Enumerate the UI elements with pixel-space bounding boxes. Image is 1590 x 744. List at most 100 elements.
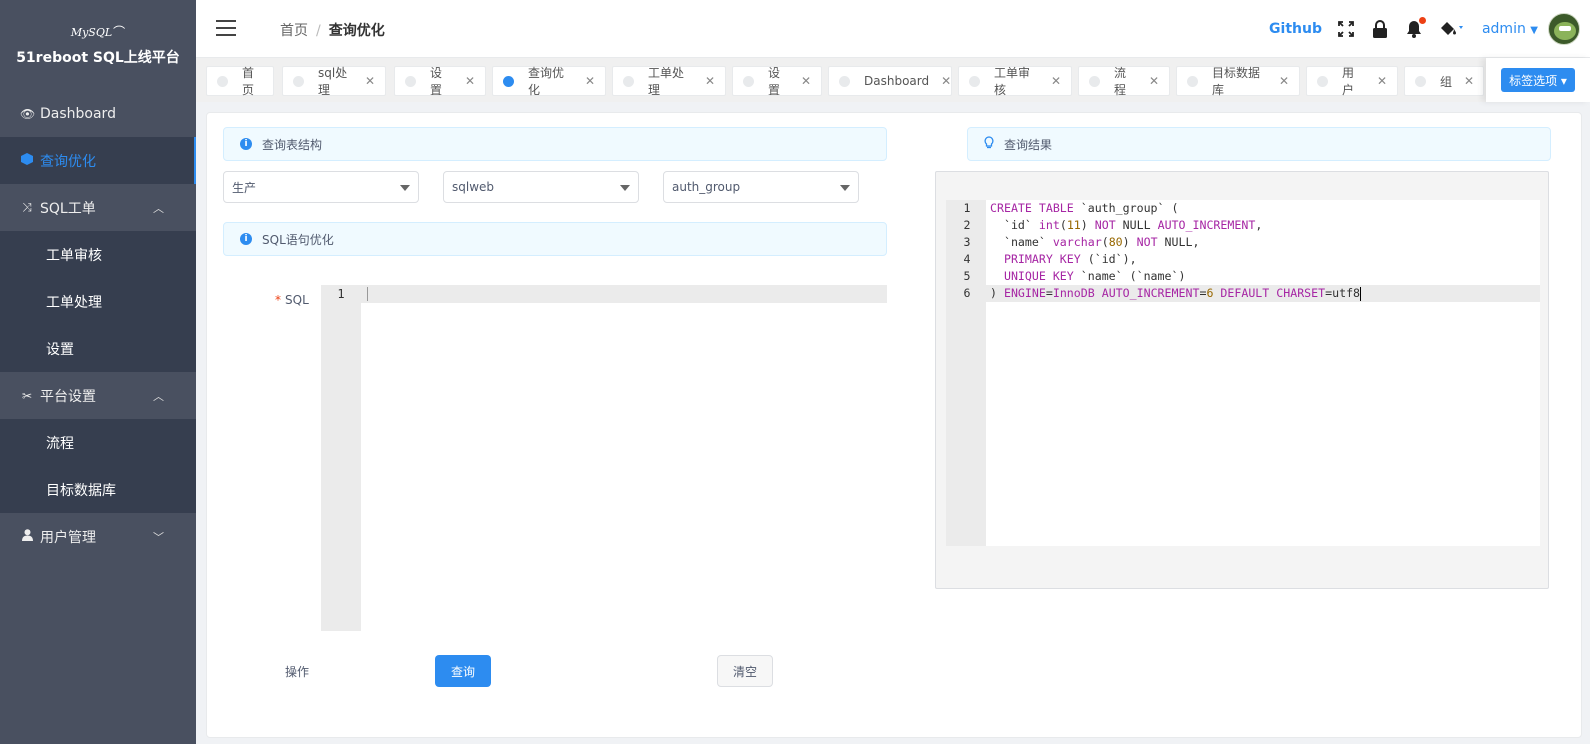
sidebar-item-label: 目标数据库 bbox=[46, 482, 116, 499]
close-icon[interactable]: ✕ bbox=[1051, 74, 1061, 88]
code-line: 6) ENGINE=InnoDB AUTO_INCREMENT=6 DEFAUL… bbox=[946, 285, 1540, 302]
tab-label: 用户 bbox=[1342, 66, 1355, 97]
paint-bucket-icon[interactable] bbox=[1438, 19, 1468, 39]
tab-query-optimize[interactable]: 查询优化 ✕ bbox=[492, 66, 606, 97]
close-icon[interactable]: ✕ bbox=[705, 74, 715, 88]
sql-editor[interactable]: 1 bbox=[321, 285, 887, 631]
query-result-header: 查询结果 bbox=[967, 127, 1551, 161]
tab-options-label: 标签选项 bbox=[1509, 73, 1558, 88]
editor-active-line bbox=[361, 285, 887, 303]
tab-status-dot bbox=[839, 75, 850, 87]
main-content: i 查询表结构 生产 sqlweb auth_group i SQL语句优化 *… bbox=[206, 112, 1582, 738]
tab-options-button[interactable]: 标签选项 ▾ bbox=[1501, 68, 1575, 92]
github-link[interactable]: Github bbox=[1269, 21, 1322, 37]
breadcrumb-current: 查询优化 bbox=[328, 23, 385, 39]
fullscreen-icon[interactable] bbox=[1336, 19, 1356, 39]
close-icon[interactable]: ✕ bbox=[941, 74, 951, 88]
select-value: auth_group bbox=[672, 180, 741, 194]
tab-status-dot bbox=[217, 75, 228, 87]
sidebar-item-label: 设置 bbox=[46, 341, 74, 358]
tab-options: 标签选项 ▾ bbox=[1486, 58, 1590, 102]
close-icon[interactable]: ✕ bbox=[365, 74, 375, 88]
tab-group[interactable]: 组 ✕ bbox=[1404, 66, 1484, 96]
sidebar-item-dashboard[interactable]: 👁 Dashboard bbox=[0, 90, 196, 137]
query-button[interactable]: 查询 bbox=[435, 655, 491, 687]
tab-settings-2[interactable]: 设置 ✕ bbox=[732, 66, 822, 97]
code-line: 4 PRIMARY KEY (`id`), bbox=[963, 252, 1137, 266]
info-icon: i bbox=[240, 233, 252, 245]
tab-flow[interactable]: 流程 ✕ bbox=[1078, 66, 1170, 97]
sidebar-item-target-db[interactable]: 目标数据库 bbox=[0, 466, 196, 513]
caret-down-icon bbox=[400, 185, 410, 191]
result-code-viewer[interactable]: 1 CREATE TABLE `auth_group` ( 2 `id` int(… bbox=[946, 200, 1540, 546]
tab-label: 设置 bbox=[430, 66, 443, 97]
sidebar-item-user-manage[interactable]: 用户管理 ﹀ bbox=[0, 513, 196, 560]
tab-status-dot bbox=[969, 75, 980, 87]
tab-user[interactable]: 用户 ✕ bbox=[1306, 66, 1398, 97]
cube-icon bbox=[20, 153, 34, 168]
text-cursor bbox=[367, 287, 368, 301]
sidebar-item-label: 用户管理 bbox=[40, 529, 96, 546]
sidebar-item-ticket-process[interactable]: 工单处理 bbox=[0, 278, 196, 325]
close-icon[interactable]: ✕ bbox=[1464, 74, 1474, 88]
tab-label: 设置 bbox=[768, 66, 781, 97]
tab-status-dot bbox=[1317, 75, 1328, 87]
sidebar-item-label: 平台设置 bbox=[40, 388, 96, 405]
close-icon[interactable]: ✕ bbox=[1149, 74, 1159, 88]
sidebar-item-platform-settings[interactable]: ✂ 平台设置 ︿ bbox=[0, 372, 196, 419]
select-value: sqlweb bbox=[452, 180, 495, 194]
person-icon bbox=[20, 529, 34, 544]
close-icon[interactable]: ✕ bbox=[1377, 74, 1387, 88]
tab-settings[interactable]: 设置 ✕ bbox=[394, 66, 486, 97]
sidebar-item-label: SQL工单 bbox=[40, 200, 96, 217]
sidebar-item-label: 流程 bbox=[46, 435, 74, 452]
chevron-up-icon: ︿ bbox=[153, 389, 164, 403]
avatar[interactable] bbox=[1548, 13, 1580, 45]
sidebar-item-flow[interactable]: 流程 bbox=[0, 419, 196, 466]
sidebar-item-sql-ticket[interactable]: ⤨ SQL工单 ︿ bbox=[0, 184, 196, 231]
sidebar-item-ticket-review[interactable]: 工单审核 bbox=[0, 231, 196, 278]
tab-label: Dashboard bbox=[864, 74, 930, 88]
close-icon[interactable]: ✕ bbox=[465, 74, 475, 88]
tab-target-db[interactable]: 目标数据库 ✕ bbox=[1176, 66, 1300, 97]
tools-icon: ✂ bbox=[21, 388, 33, 403]
user-menu[interactable]: admin ▼ bbox=[1482, 21, 1538, 37]
sidebar-item-query-optimize[interactable]: 查询优化 bbox=[0, 137, 196, 184]
sidebar-item-label: 工单处理 bbox=[46, 294, 102, 311]
tab-status-dot bbox=[293, 75, 304, 87]
editor-gutter bbox=[321, 285, 361, 631]
code-line: 3 `name` varchar(80) NOT NULL, bbox=[963, 235, 1200, 249]
bell-icon[interactable] bbox=[1404, 17, 1426, 39]
breadcrumb-home[interactable]: 首页 bbox=[280, 23, 308, 39]
tab-ticket-process[interactable]: 工单处理 ✕ bbox=[612, 66, 726, 97]
mysql-logo: MySQL⌒ bbox=[70, 24, 126, 39]
sidebar-item-ticket-settings[interactable]: 设置 bbox=[0, 325, 196, 372]
tab-home[interactable]: 首页 bbox=[206, 66, 274, 97]
select-value: 生产 bbox=[232, 180, 257, 195]
user-name: admin bbox=[1481, 21, 1526, 37]
tab-ticket-review[interactable]: 工单审核 ✕ bbox=[958, 66, 1072, 97]
database-select[interactable]: sqlweb bbox=[443, 171, 639, 203]
caret-down-icon bbox=[620, 185, 630, 191]
close-icon[interactable]: ✕ bbox=[585, 74, 595, 88]
tab-sql-process[interactable]: sql处理 ✕ bbox=[282, 66, 386, 97]
tab-dashboard[interactable]: Dashboard ✕ bbox=[828, 66, 952, 96]
close-icon[interactable]: ✕ bbox=[801, 74, 811, 88]
sql-field-label: * SQL bbox=[275, 293, 309, 307]
sql-optimize-header: i SQL语句优化 bbox=[223, 222, 887, 256]
tab-label: 流程 bbox=[1114, 66, 1127, 97]
top-header: 首页 / 查询优化 Github admin ▼ bbox=[196, 0, 1590, 58]
sidebar-item-label: 查询优化 bbox=[40, 153, 96, 170]
lock-icon[interactable] bbox=[1370, 19, 1390, 39]
tab-label: 组 bbox=[1440, 74, 1453, 89]
close-icon[interactable]: ✕ bbox=[1279, 74, 1289, 88]
tab-label: 工单审核 bbox=[994, 66, 1031, 97]
operation-label: 操作 bbox=[285, 665, 310, 679]
menu-toggle-icon[interactable] bbox=[216, 20, 236, 36]
clear-button[interactable]: 清空 bbox=[717, 655, 773, 687]
table-structure-header: i 查询表结构 bbox=[223, 127, 887, 161]
tab-label: 目标数据库 bbox=[1212, 66, 1261, 97]
env-select[interactable]: 生产 bbox=[223, 171, 419, 203]
sidebar-item-label: 工单审核 bbox=[46, 247, 102, 264]
table-select[interactable]: auth_group bbox=[663, 171, 859, 203]
